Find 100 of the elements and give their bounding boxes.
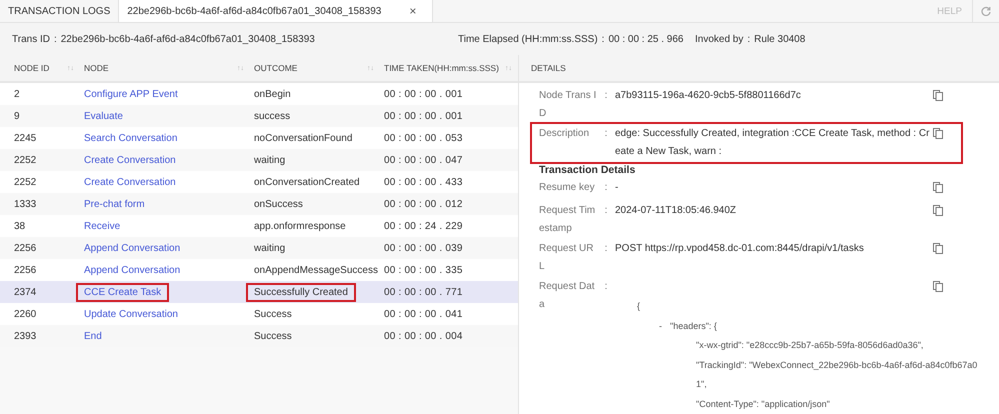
time-cell-text: 00 : 00 : 00 . 433 [383,176,464,188]
field-label: Node Trans ID [539,89,597,121]
time-cell-text: 00 : 00 : 00 . 047 [383,154,464,166]
json-text: "x-wx-gtrid": "e28ccc9b-25b7-a65b-59fa-8056d6ad0a36", [696,339,924,352]
outcome-cell-text: Success [253,330,293,342]
info-value: 22be296b-bc6b-4a6f-af6d-a84c0fb67a01_30408_158393 [60,34,315,44]
separator-text: : [604,127,608,141]
outcome-cell-text: waiting [253,154,286,166]
table-row[interactable]: 38 Receive app.onformresponse 00 : 00 : 24 . 229 [0,215,518,237]
separator-text: : [602,34,604,44]
node-link[interactable]: Evaluate [80,110,127,122]
table-row[interactable]: 2374 CCE Create Task Successfully Created 00 : 00 : 00 . 771 [0,281,518,303]
column-header: TIME TAKEN(HH:mm:ss.SSS) [384,63,499,73]
tab[interactable]: 22be296b-bc6b-4a6f-af6d-a84c0fb67a01_30408_158393 × [118,0,434,22]
node-link[interactable]: Pre-chat form [80,198,149,210]
column-header: OUTCOME [254,63,298,73]
node-id-cell-text: 2252 [13,176,38,188]
section-title: Transaction Details [539,163,636,178]
node-id-cell-text: 2393 [13,330,38,342]
copy-icon[interactable] [933,128,943,139]
table-row[interactable]: 2 Configure APP Event onBegin 00 : 00 : 00 . 001 [0,83,518,105]
separator-text: : [54,34,57,44]
close-icon[interactable]: × [409,4,416,18]
node-id-cell-text: 2256 [13,264,38,276]
json-text: "Content-Type": "application/json" [696,398,831,411]
time-cell-text: 00 : 00 : 00 . 053 [383,132,464,144]
time-cell-text: 00 : 00 : 00 . 004 [383,330,464,342]
node-id-cell-text: 2260 [13,308,38,320]
outcome-cell-text: success [253,110,292,122]
node-link[interactable]: Receive [80,220,124,232]
outcome-cell-text: onBegin [253,88,292,100]
field-value: a7b93115-196a-4620-9cb5-5f8801166d7c [615,89,802,103]
outcome-cell-text: onSuccess [253,198,304,210]
field-label: Request Timestamp [539,204,596,236]
column-header: NODE ID [14,63,50,73]
outcome-cell-text: noConversationFound [253,132,354,144]
copy-icon[interactable] [933,90,943,101]
table-row[interactable]: 2256 Append Conversation onAppendMessageSuccess 00 : 00 : 00 . 335 [0,259,518,281]
info-value: Rule 30408 [754,34,806,44]
time-cell-text: 00 : 00 : 24 . 229 [383,220,464,232]
separator-text: : [604,204,608,218]
column-header: NODE [84,63,109,73]
field-value: 2024-07-11T18:05:46.940Z [615,204,738,218]
copy-icon[interactable] [933,243,943,254]
separator-text: : [604,89,608,103]
separator-text: : [604,242,608,256]
time-cell-text: 00 : 00 : 00 . 001 [383,110,464,122]
tab[interactable]: TRANSACTION LOGS [0,0,118,22]
node-id-cell-text: 2252 [13,154,38,166]
table-row[interactable]: 2252 Create Conversation onConversationCreated 00 : 00 : 00 . 433 [0,171,518,193]
json-text: { [637,300,640,313]
node-link[interactable]: Create Conversation [80,154,180,166]
info-label: Trans ID [12,34,50,44]
time-cell-text: 00 : 00 : 00 . 012 [383,198,464,210]
time-cell-text: 00 : 00 : 00 . 335 [383,264,464,276]
outcome-cell-text: app.onformresponse [253,220,347,232]
info-value: 00 : 00 : 25 . 966 [608,34,684,44]
node-link[interactable]: Append Conversation [80,264,184,276]
field-value: POST https://rp.vpod458.dc-01.com:8445/drapi/v1/tasks [615,242,865,256]
outcome-cell-text: Success [253,308,293,320]
json-text: "TrackingId": "WebexConnect_22be296b-bc6b-4a6f-af6d-a84c0fb67a01", [696,358,978,391]
copy-icon[interactable] [933,281,943,292]
field-label: Description [539,127,590,141]
copy-icon[interactable] [933,182,943,193]
time-cell-text: 00 : 00 : 00 . 001 [383,88,464,100]
node-id-cell-text: 1333 [13,198,38,210]
field-label: Request Data [539,280,596,312]
field-value: - [615,181,620,195]
details-header: DETAILS [519,55,999,83]
node-link[interactable]: Create Conversation [80,176,180,188]
node-link[interactable]: Search Conversation [80,132,182,144]
time-cell-text: 00 : 00 : 00 . 039 [383,242,464,254]
collapse-toggle[interactable]: - [659,316,662,336]
outcome-cell-text: onConversationCreated [253,176,361,188]
node-id-cell-text: 9 [13,110,21,122]
separator-text: : [604,181,608,195]
field-value: edge: Successfully Created, integration :CCE Create Task, method : Create a New Task, warn : [615,127,930,159]
time-cell-text: 00 : 00 : 00 . 771 [383,286,464,298]
field-label: Request URL [539,242,594,274]
node-id-cell-text: 2374 [13,286,38,298]
field-label: Resume key [539,181,596,195]
node-id-cell-text: 38 [13,220,26,232]
json-text: "headers": { [670,320,717,333]
node-id-cell-text: 2256 [13,242,38,254]
outcome-cell-text: onAppendMessageSuccess [253,264,379,276]
separator-text: : [747,34,750,44]
node-link[interactable]: Append Conversation [80,242,184,254]
node-link[interactable]: Configure APP Event [80,88,182,100]
info-label: Time Elapsed (HH:mm:ss.SSS) [458,34,598,44]
copy-icon[interactable] [933,205,943,216]
node-link[interactable]: Update Conversation [80,308,182,320]
table-row[interactable]: 2260 Update Conversation Success 00 : 00 : 00 . 041 [0,303,518,325]
node-id-cell-text: 2 [13,88,21,100]
info-label: Invoked by [695,34,744,44]
time-cell-text: 00 : 00 : 00 . 041 [383,308,464,320]
separator-text: : [604,280,608,294]
outcome-cell-text: waiting [253,242,286,254]
table-row[interactable]: 2245 Search Conversation noConversationFound 00 : 00 : 00 . 053 [0,127,518,149]
node-link[interactable]: End [80,330,106,342]
node-id-cell-text: 2245 [13,132,38,144]
